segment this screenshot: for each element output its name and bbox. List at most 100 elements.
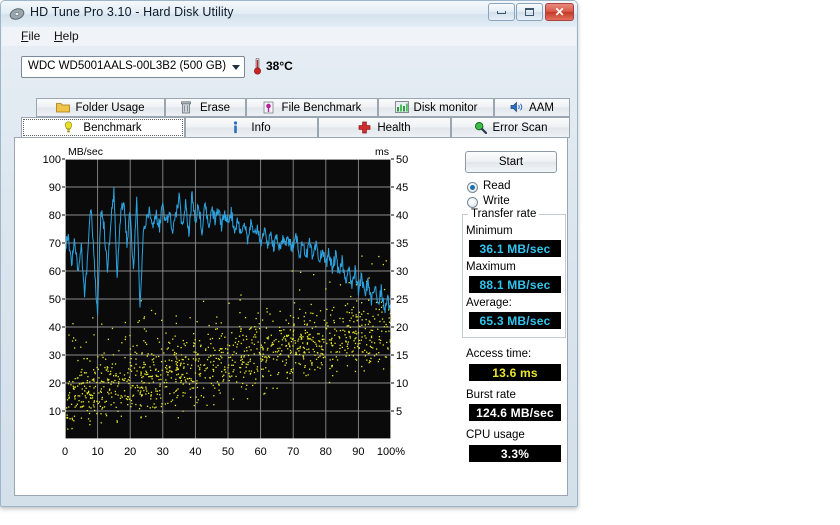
cpu-usage-value: 3.3% [469,445,561,462]
svg-text:45: 45 [396,182,408,194]
svg-text:40: 40 [189,446,201,458]
application-window: HD Tune Pro 3.10 - Hard Disk Utility ✕ F… [0,0,578,507]
transfer-rate-chart: 102030405060708090100 510152025303540455… [43,146,409,458]
average-value: 65.3 MB/sec [469,312,561,329]
svg-text:10: 10 [91,446,103,458]
tab-benchmark-label: Benchmark [83,121,142,134]
menu-bar: File Help [2,27,576,46]
menu-help-label-rest: elp [62,29,79,43]
tab-bar-secondary: Folder Usage Erase File Benchmark Disk m… [14,98,570,117]
y2-axis-title: ms [375,146,389,158]
svg-text:20: 20 [124,446,136,458]
lightbulb-icon [64,121,78,134]
svg-text:20: 20 [49,378,61,390]
tab-disk-monitor-label: Disk monitor [413,101,478,114]
tab-disk-monitor[interactable]: Disk monitor [378,98,494,117]
tab-bar-primary: Benchmark Info Health Error Scan [14,117,570,138]
maximize-button[interactable] [516,3,543,21]
close-button[interactable]: ✕ [545,3,574,21]
transfer-rate-group-title: Transfer rate [468,208,540,220]
svg-text:40: 40 [396,210,408,222]
tab-erase[interactable]: Erase [165,98,246,117]
disk-icon [9,6,25,22]
drive-select-label: WDC WD5001AALS-00L3B2 (500 GB) [28,60,227,72]
svg-text:80: 80 [49,210,61,222]
file-benchmark-icon [263,101,277,114]
svg-text:40: 40 [49,322,61,334]
svg-text:30: 30 [157,446,169,458]
minimize-button[interactable] [488,3,515,21]
svg-text:90: 90 [352,446,364,458]
close-icon: ✕ [554,5,565,19]
x-axis-labels: 0 10 20 30 40 50 60 70 80 90 100% [62,446,405,458]
tab-folder-usage[interactable]: Folder Usage [36,98,165,117]
menu-help[interactable]: Help [47,29,86,44]
svg-text:50: 50 [396,154,408,166]
bar-chart-icon [394,101,409,114]
svg-text:60: 60 [49,266,61,278]
tab-erase-label: Erase [199,101,231,114]
svg-text:15: 15 [396,350,408,362]
speaker-icon [510,101,524,114]
svg-text:70: 70 [287,446,299,458]
red-cross-icon [358,121,372,134]
radio-write-indicator [467,197,478,208]
tab-error-scan[interactable]: Error Scan [451,117,570,138]
drive-select[interactable]: WDC WD5001AALS-00L3B2 (500 GB) [21,56,245,78]
radio-read-label: Read [483,180,511,192]
menu-file-label-rest: ile [28,29,41,43]
svg-text:100%: 100% [377,446,405,458]
start-button[interactable]: Start [465,151,557,173]
svg-text:30: 30 [49,350,61,362]
svg-text:80: 80 [320,446,332,458]
access-time-label: Access time: [466,348,532,360]
info-icon [232,121,246,134]
average-label: Average: [466,297,512,309]
magnifier-icon [474,121,488,135]
svg-text:50: 50 [49,294,61,306]
tab-aam[interactable]: AAM [494,98,570,117]
svg-text:10: 10 [49,406,61,418]
temperature-value: 38°C [266,59,293,73]
y2-axis-labels: 5 10 15 20 25 30 35 40 45 50 [391,154,408,418]
window-title: HD Tune Pro 3.10 - Hard Disk Utility [30,5,234,19]
svg-text:50: 50 [222,446,234,458]
tab-info-label: Info [251,121,271,134]
svg-text:30: 30 [396,266,408,278]
svg-text:10: 10 [396,378,408,390]
menu-file[interactable]: File [14,29,47,44]
minimum-label: Minimum [466,225,513,237]
tab-file-benchmark-label: File Benchmark [281,101,362,114]
tab-health[interactable]: Health [318,117,451,138]
burst-rate-label: Burst rate [466,389,516,401]
tab-info[interactable]: Info [185,117,318,138]
maximize-icon [517,4,542,20]
svg-text:70: 70 [49,238,61,250]
chevron-down-icon [232,65,240,70]
svg-text:20: 20 [396,322,408,334]
tab-health-label: Health [377,121,411,134]
title-bar: HD Tune Pro 3.10 - Hard Disk Utility ✕ [1,1,577,27]
benchmark-panel: 10 20 30 40 50 60 70 80 90 100 5 10 15 20 25 30 35 40 45 5… [14,137,568,496]
svg-text:60: 60 [254,446,266,458]
start-button-label: Start [498,156,524,168]
access-time-value: 13.6 ms [469,364,561,381]
trash-icon [181,101,195,114]
minimum-value: 36.1 MB/sec [469,240,561,257]
cpu-usage-label: CPU usage [466,429,525,441]
svg-text:0: 0 [62,446,68,458]
svg-text:90: 90 [49,182,61,194]
benchmark-chart: 10 20 30 40 50 60 70 80 90 100 5 10 15 20 25 30 35 40 45 5… [27,145,442,475]
radio-read-indicator [467,182,478,193]
maximum-value: 88.1 MB/sec [469,276,561,293]
svg-text:5: 5 [396,406,402,418]
folder-icon [56,101,71,114]
tab-error-scan-label: Error Scan [492,121,548,134]
tab-file-benchmark[interactable]: File Benchmark [246,98,378,117]
burst-rate-value: 124.6 MB/sec [469,404,561,421]
toolbar: WDC WD5001AALS-00L3B2 (500 GB) 38°C [2,46,576,126]
tab-benchmark[interactable]: Benchmark [21,117,185,138]
thermometer-icon [253,57,262,75]
tab-folder-usage-label: Folder Usage [75,101,145,114]
radio-write-label: Write [483,195,510,207]
